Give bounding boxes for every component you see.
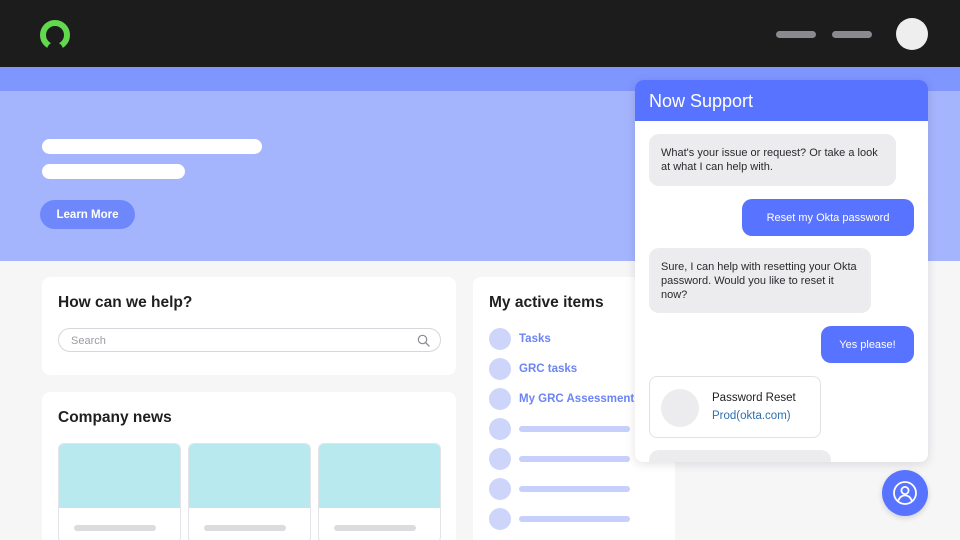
news-image	[189, 444, 310, 508]
bot-message: Sure, I can help with resetting your Okt…	[649, 248, 871, 313]
user-circle-icon	[893, 481, 917, 505]
user-avatar[interactable]	[896, 18, 928, 50]
news-image	[59, 444, 180, 508]
password-reset-card[interactable]: Password Reset Prod(okta.com)	[649, 376, 821, 438]
hero-subheading-placeholder	[42, 164, 185, 179]
chat-title: Now Support	[635, 80, 928, 121]
item-icon	[489, 478, 511, 500]
bot-message-partial	[649, 450, 831, 462]
help-card: How can we help?	[42, 277, 456, 375]
search-box[interactable]	[58, 328, 441, 352]
item-icon	[489, 358, 511, 380]
card-title: Password Reset	[712, 392, 796, 404]
message-text: Reset my Okta password	[766, 211, 890, 224]
item-icon	[489, 388, 511, 410]
active-item-placeholder[interactable]	[489, 478, 679, 500]
item-icon	[489, 418, 511, 440]
card-link[interactable]: Prod(okta.com)	[712, 410, 791, 422]
user-message: Reset my Okta password	[742, 199, 914, 236]
active-item-label[interactable]: My GRC Assessments	[519, 393, 641, 405]
message-text: Yes please!	[839, 338, 896, 351]
nav-link-placeholder[interactable]	[776, 31, 816, 38]
news-text-placeholder	[204, 525, 286, 531]
top-navigation-bar	[0, 0, 960, 67]
item-icon	[489, 448, 511, 470]
card-avatar	[661, 389, 699, 427]
news-text-placeholder	[74, 525, 156, 531]
item-text-placeholder	[519, 516, 630, 522]
message-text: Sure, I can help with resetting your Okt…	[661, 260, 857, 301]
active-items-title: My active items	[489, 294, 604, 311]
item-icon	[489, 508, 511, 530]
learn-more-button[interactable]: Learn More	[40, 200, 135, 229]
search-input[interactable]	[71, 333, 401, 348]
company-news-card: Company news	[42, 392, 456, 540]
bot-message: What's your issue or request? Or take a …	[649, 134, 896, 186]
help-card-title: How can we help?	[58, 294, 193, 311]
news-text-placeholder	[334, 525, 416, 531]
company-news-title: Company news	[58, 409, 172, 426]
news-tile[interactable]	[188, 443, 311, 540]
item-text-placeholder	[519, 426, 630, 432]
brand-logo-icon[interactable]	[40, 20, 70, 50]
active-item-placeholder[interactable]	[489, 508, 679, 530]
search-icon[interactable]	[417, 334, 430, 347]
news-tile[interactable]	[58, 443, 181, 540]
news-image	[319, 444, 440, 508]
item-text-placeholder	[519, 456, 630, 462]
item-icon	[489, 328, 511, 350]
active-item-label[interactable]: Tasks	[519, 333, 551, 345]
message-text: What's your issue or request? Or take a …	[661, 147, 878, 173]
support-chat-button[interactable]	[882, 470, 928, 516]
user-message: Yes please!	[821, 326, 914, 363]
item-text-placeholder	[519, 486, 630, 492]
nav-link-placeholder[interactable]	[832, 31, 872, 38]
support-chat-panel: Now Support What's your issue or request…	[635, 80, 928, 462]
active-item-label[interactable]: GRC tasks	[519, 363, 577, 375]
news-tile[interactable]	[318, 443, 441, 540]
hero-heading-placeholder	[42, 139, 262, 154]
